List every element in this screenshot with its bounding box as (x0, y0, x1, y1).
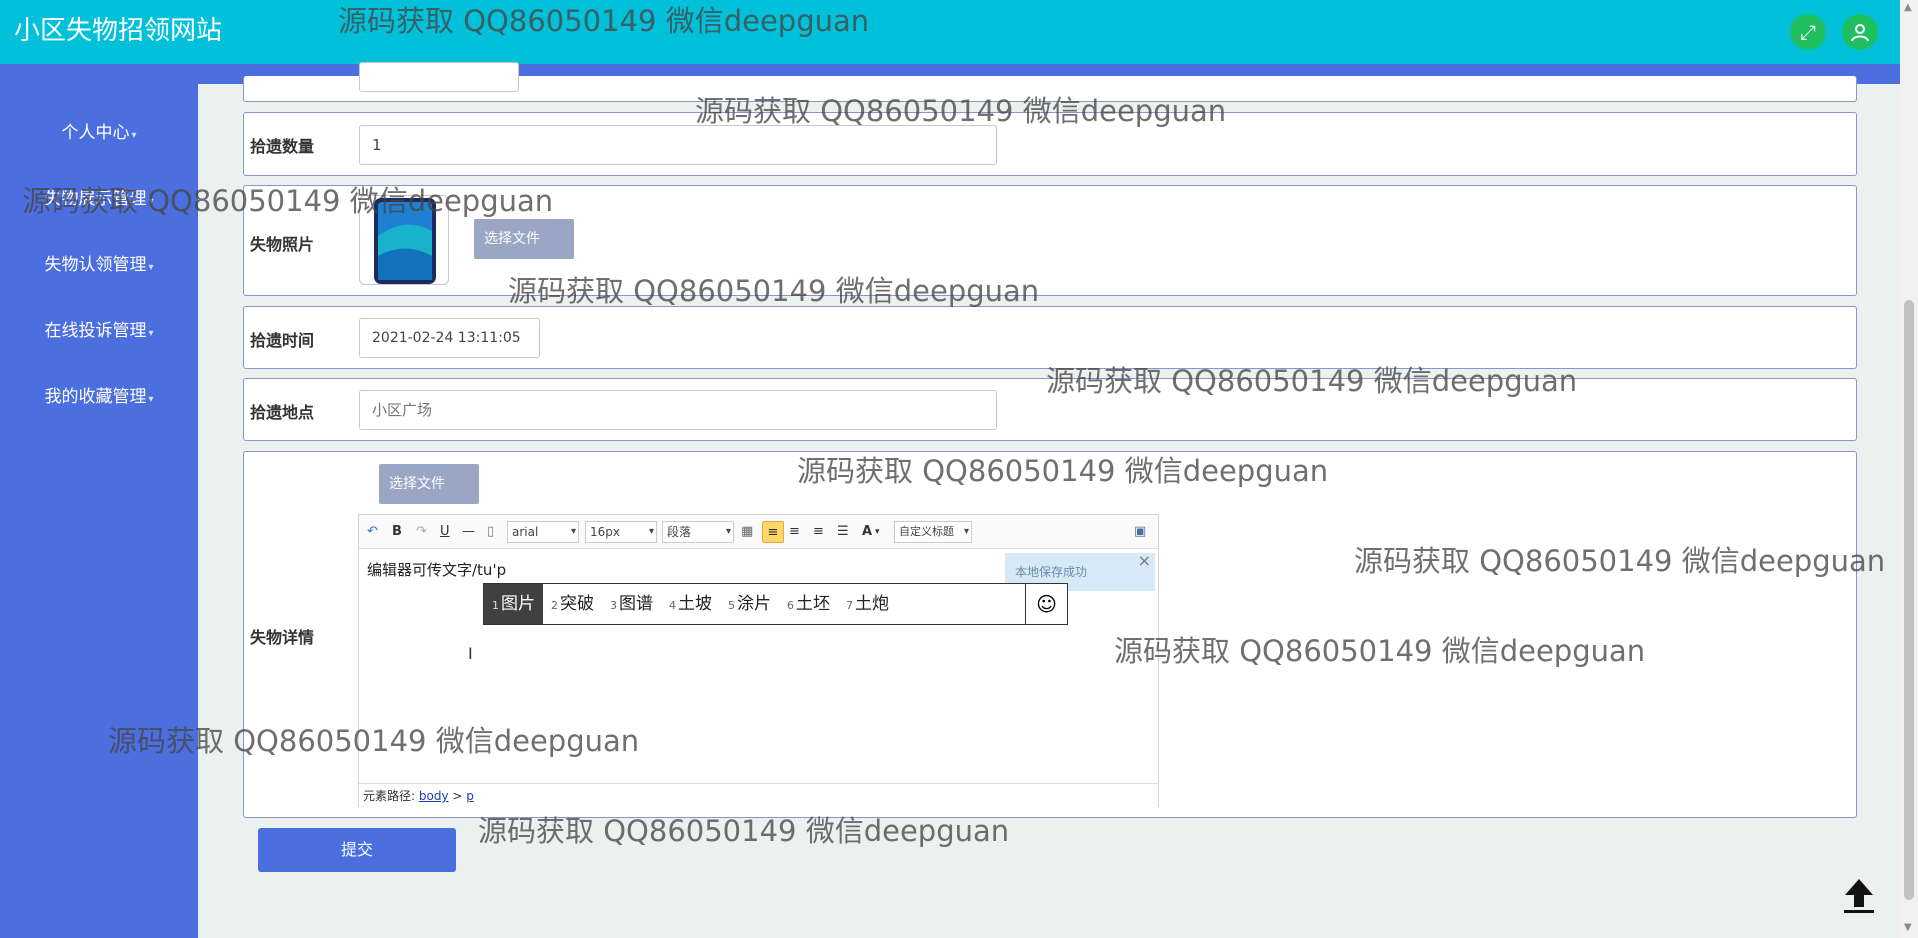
sidebar-item-label: 失物展示管理 (44, 189, 147, 209)
element-path-bar: 元素路径: body > p (359, 783, 1158, 807)
bold-button[interactable]: B (392, 521, 402, 543)
chevron-down-icon: ▾ (148, 328, 154, 339)
close-icon[interactable]: × (1138, 551, 1151, 571)
sidebar-item-label: 失物认领管理 (44, 255, 147, 275)
form-row-partial (243, 62, 1857, 102)
align-justify-icon[interactable]: ☰ (837, 521, 849, 543)
lost-item-photo (359, 195, 449, 285)
align-right-icon[interactable]: ≡ (789, 521, 800, 543)
editor-content[interactable]: 编辑器可传文字/tu'p (367, 559, 506, 580)
place-input[interactable]: 小区广场 (359, 390, 997, 430)
user-menu-button[interactable] (1842, 14, 1878, 50)
photo-label: 失物照片 (250, 235, 315, 254)
ime-candidate[interactable]: 2 突破 (543, 584, 602, 624)
quantity-input[interactable]: 1 (359, 125, 997, 165)
expand-icon: ⤢ (1800, 20, 1816, 44)
fullscreen-button[interactable]: ⤢ (1790, 14, 1826, 50)
custom-title-select[interactable]: 自定义标题 (894, 521, 972, 543)
fullscreen-editor-icon[interactable]: ▣ (1134, 521, 1146, 543)
element-path-label: 元素路径: (363, 789, 416, 803)
font-family-select[interactable]: arial (507, 521, 579, 543)
rich-text-editor[interactable]: ↶ B ↷ U — ▯ arial 16px 段落 ▦ ≡ ≡ ≡ ☰ A ▾ … (358, 514, 1159, 807)
ime-candidate[interactable]: 1 图片 (484, 584, 543, 624)
emoji-icon[interactable]: ☺ (1025, 584, 1067, 624)
form-row-place: 拾遗地点 小区广场 (243, 378, 1857, 441)
sidebar-item-claims[interactable]: 失物认领管理 ▾ (0, 253, 198, 280)
align-center-icon[interactable]: ≡ (813, 521, 824, 543)
paragraph-select[interactable]: 段落 (662, 521, 734, 543)
form-row-photo: 失物照片 选择文件 (243, 185, 1857, 296)
submit-button[interactable]: 提交 (258, 828, 456, 872)
ime-candidate[interactable]: 7 土炮 (838, 584, 897, 624)
photo-file-button[interactable]: 选择文件 (474, 219, 574, 259)
sidebar-item-label: 我的收藏管理 (44, 387, 147, 407)
page-scrollbar[interactable]: ▲ ▼ (1900, 0, 1918, 938)
editor-toolbar: ↶ B ↷ U — ▯ arial 16px 段落 ▦ ≡ ≡ ≡ ☰ A ▾ … (359, 515, 1158, 549)
table-icon[interactable]: ▦ (741, 521, 753, 543)
sidebar-item-lost-items[interactable]: 失物展示管理 ▾ (0, 187, 198, 214)
local-save-text: 本地保存成功 (1015, 565, 1088, 579)
sidebar-item-label: 在线投诉管理 (44, 321, 147, 341)
ime-candidate[interactable]: 6 土坯 (779, 584, 838, 624)
quantity-label: 拾遗数量 (250, 137, 315, 156)
sidebar-item-favorites[interactable]: 我的收藏管理 ▾ (0, 385, 198, 412)
font-size-select[interactable]: 16px (585, 521, 657, 543)
chevron-down-icon: ▾ (148, 394, 154, 405)
scroll-down-icon[interactable]: ▼ (1904, 922, 1912, 933)
horizontal-rule-icon[interactable]: — (462, 521, 475, 543)
sidebar: 个人中心 ▾ 失物展示管理 ▾ 失物认领管理 ▾ 在线投诉管理 ▾ 我的收藏管理 ▾ (0, 84, 198, 938)
path-p-link[interactable]: p (466, 789, 474, 803)
scrollbar-thumb[interactable] (1904, 300, 1914, 900)
time-label: 拾遗时间 (250, 331, 315, 350)
app-title: 小区失物招领网站 (14, 16, 223, 46)
font-color-button[interactable]: A (862, 521, 872, 543)
chevron-down-icon: ▾ (131, 130, 137, 141)
place-label: 拾遗地点 (250, 403, 315, 422)
sidebar-item-label: 个人中心 (61, 123, 130, 143)
chevron-down-icon: ▾ (148, 196, 154, 207)
form-row-quantity: 拾遗数量 1 (243, 112, 1857, 176)
path-separator: > (452, 789, 463, 803)
redo-icon[interactable]: ↷ (416, 521, 427, 543)
chevron-down-icon: ▾ (148, 262, 154, 273)
user-icon (1850, 23, 1870, 47)
ime-candidate[interactable]: 3 图谱 (602, 584, 661, 624)
partial-input[interactable] (359, 62, 519, 92)
detail-file-button[interactable]: 选择文件 (379, 464, 479, 504)
sidebar-item-personal-center[interactable]: 个人中心 ▾ (0, 121, 198, 148)
back-to-top-icon[interactable] (1839, 875, 1879, 915)
page-icon[interactable]: ▯ (487, 521, 494, 543)
detail-label: 失物详情 (250, 628, 315, 647)
ime-candidate[interactable]: 5 涂片 (720, 584, 779, 624)
sidebar-item-complaints[interactable]: 在线投诉管理 ▾ (0, 319, 198, 346)
ime-candidate[interactable]: 4 土坡 (661, 584, 720, 624)
underline-button[interactable]: U (440, 521, 450, 543)
ime-candidate-window: 1 图片 2 突破 3 图谱 4 土坡 5 涂片 6 土坯 7 土炮 ☺ (483, 583, 1068, 625)
undo-icon[interactable]: ↶ (367, 521, 378, 543)
font-color-dropdown-icon[interactable]: ▾ (875, 521, 880, 543)
top-header: 小区失物招领网站 ⤢ (0, 0, 1900, 64)
align-left-icon[interactable]: ≡ (762, 521, 784, 543)
text-cursor-icon: I (468, 644, 473, 663)
time-input[interactable]: 2021-02-24 13:11:05 (359, 318, 540, 358)
form-row-time: 拾遗时间 2021-02-24 13:11:05 (243, 306, 1857, 369)
scroll-up-icon[interactable]: ▲ (1904, 2, 1912, 13)
path-body-link[interactable]: body (419, 789, 449, 803)
